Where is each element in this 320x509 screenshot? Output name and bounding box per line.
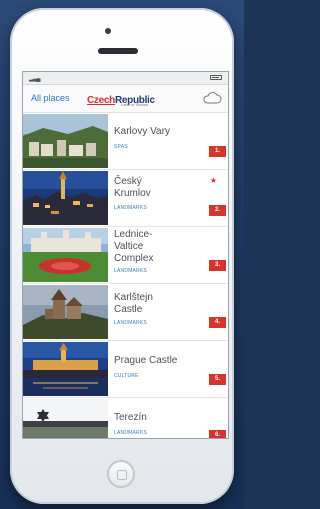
signal-icon: ▂▃▄ <box>29 76 41 82</box>
list-item[interactable]: Prague Castle CULTURE 5. <box>23 341 228 398</box>
camera-icon <box>105 28 111 34</box>
brand-subtitle: Land of Stories <box>121 102 148 107</box>
places-list: Karlovy Vary SPAS 1. ★ Český Krumlov LAN… <box>23 113 228 438</box>
nav-bar: All places CzechRepublic Land of Stories <box>23 85 228 113</box>
battery-icon <box>210 75 222 80</box>
rank-badge: 1. <box>209 146 226 157</box>
rank-badge: 6. <box>209 430 226 438</box>
brand-czech: Czech <box>87 95 115 106</box>
place-title: Terezín <box>114 412 147 423</box>
place-title: Karlštejn Castle <box>114 292 153 315</box>
place-category: LANDMARKS <box>114 205 147 211</box>
star-icon: ★ <box>209 176 217 185</box>
place-title: Karlovy Vary <box>114 126 170 137</box>
karlovy-vary-photo <box>23 114 108 168</box>
all-places-link[interactable]: All places <box>31 93 70 103</box>
prague-castle-photo <box>23 342 108 396</box>
rank-badge: 3. <box>209 260 226 271</box>
rank-badge: 4. <box>209 317 226 328</box>
cloud-icon[interactable] <box>202 91 222 105</box>
list-item[interactable]: Terezín LANDMARKS 6. <box>23 398 228 438</box>
place-category: LANDMARKS <box>114 430 147 436</box>
place-category: LANDMARKS <box>114 320 147 326</box>
place-category: CULTURE <box>114 373 139 379</box>
cesky-krumlov-photo <box>23 171 108 225</box>
list-item[interactable]: Karlštejn Castle LANDMARKS 4. <box>23 284 228 341</box>
home-button[interactable] <box>107 460 135 488</box>
place-category: LANDMARKS <box>114 268 147 274</box>
list-item[interactable]: ★ Český Krumlov LANDMARKS 2. <box>23 170 228 227</box>
place-title: Prague Castle <box>114 355 178 366</box>
place-title: Český Krumlov <box>114 176 151 199</box>
earpiece <box>98 48 138 54</box>
lednice-valtice-photo <box>23 228 108 282</box>
list-item[interactable]: Karlovy Vary SPAS 1. <box>23 113 228 170</box>
karlstejn-castle-photo <box>23 285 108 339</box>
brand-logo: CzechRepublic Land of Stories <box>87 90 165 110</box>
status-bar: ▂▃▄ <box>23 72 228 85</box>
rank-badge: 5. <box>209 374 226 385</box>
place-title: Lednice- Valtice Complex <box>114 229 154 264</box>
list-item[interactable]: Lednice- Valtice Complex LANDMARKS 3. <box>23 227 228 284</box>
rank-badge: 2. <box>209 205 226 216</box>
app-screen: ▂▃▄ All places CzechRepublic Land of Sto… <box>23 72 228 438</box>
terezin-photo <box>23 399 108 438</box>
place-category: SPAS <box>114 144 128 150</box>
